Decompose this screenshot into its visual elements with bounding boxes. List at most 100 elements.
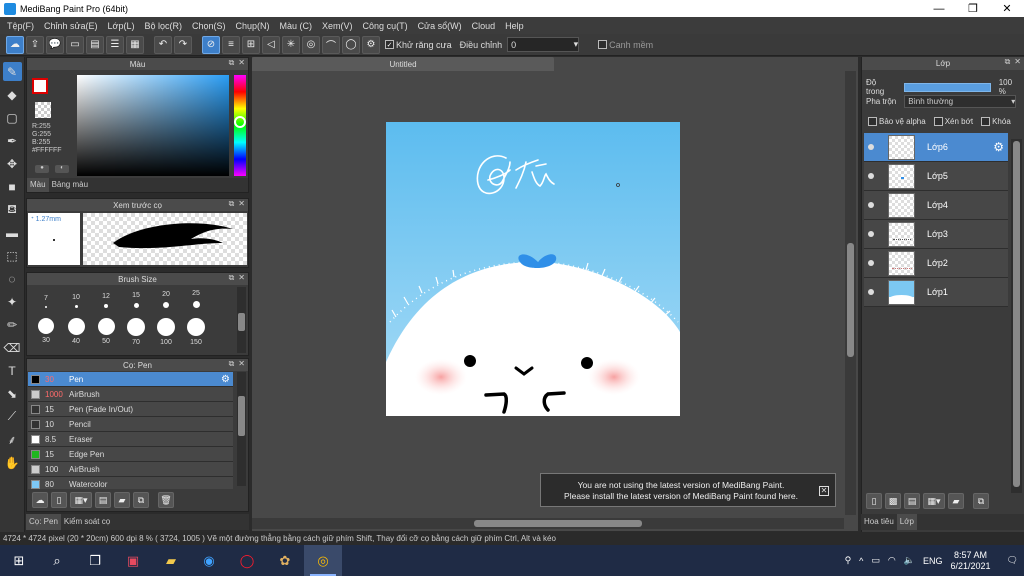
clock[interactable]: 8:57 AM 6/21/2021: [951, 550, 991, 572]
menu-filter[interactable]: Bộ lọc(R): [139, 21, 187, 31]
brush-scrollbar[interactable]: [237, 372, 246, 486]
duplicate-icon[interactable]: ▤: [95, 492, 111, 508]
operation-tool-icon[interactable]: ⬊: [3, 384, 22, 403]
menu-cloud[interactable]: Cloud: [467, 21, 501, 31]
chat-icon[interactable]: ▭: [66, 35, 84, 54]
grid-snap-icon[interactable]: ⊞: [242, 35, 260, 54]
notice-close-icon[interactable]: ✕: [819, 486, 829, 496]
update-notice[interactable]: You are not using the latest version of …: [540, 473, 836, 507]
rectangle-tool-icon[interactable]: ▢: [3, 108, 22, 127]
adjust-input[interactable]: 0 ▾: [507, 37, 580, 52]
eye-icon[interactable]: [864, 202, 878, 208]
network-icon[interactable]: ◠: [888, 555, 896, 566]
redo-icon[interactable]: ↷: [174, 35, 192, 54]
brush-list-item[interactable]: 1000 AirBrush: [28, 387, 233, 402]
protect-alpha-checkbox[interactable]: Bảo vệ alpha: [868, 117, 926, 126]
background-color-swatch[interactable]: [35, 102, 51, 118]
size-scroll-thumb[interactable]: [238, 313, 245, 331]
undo-icon[interactable]: ↶: [154, 35, 172, 54]
menu-window[interactable]: Cửa sổ(W): [413, 21, 467, 31]
curve-snap-icon[interactable]: ⌒: [322, 35, 340, 54]
layer-row[interactable]: Lớp5: [864, 162, 1008, 191]
chrome-browser-icon[interactable]: ◎: [304, 545, 342, 576]
list-icon[interactable]: ☰: [106, 35, 124, 54]
eye-icon[interactable]: [864, 173, 878, 179]
close-icon[interactable]: ✕: [238, 359, 245, 369]
gradient-tool-icon[interactable]: ▬: [3, 223, 22, 242]
transparent-color-icon[interactable]: ◐: [55, 165, 69, 173]
brush-list-item[interactable]: 100 AirBrush: [28, 462, 233, 477]
bucket-tool-icon[interactable]: ⛾: [3, 200, 22, 219]
notice-line-2[interactable]: Please install the latest version of Med…: [541, 491, 821, 502]
vanishing-snap-icon[interactable]: ◁: [262, 35, 280, 54]
menu-snap[interactable]: Chụp(N): [231, 21, 275, 31]
gear-icon[interactable]: ⚙: [221, 374, 230, 385]
divide-tool-icon[interactable]: ⟋: [3, 407, 22, 426]
hand-tool-icon[interactable]: ✋: [3, 453, 22, 472]
duplicate-layer-icon[interactable]: ⧉: [973, 493, 989, 509]
save-icon[interactable]: ▤: [86, 35, 104, 54]
menu-tools[interactable]: Công cụ(T): [358, 21, 413, 31]
eye-icon[interactable]: [864, 231, 878, 237]
layer-row[interactable]: Lớp4: [864, 191, 1008, 220]
layer-row[interactable]: Lớp3: [864, 220, 1008, 249]
drawing-canvas[interactable]: [386, 122, 680, 416]
layer-row[interactable]: Lớp2: [864, 249, 1008, 278]
brush-size-option[interactable]: 25: [181, 287, 211, 308]
canvas-horizontal-scrollbar[interactable]: [252, 518, 844, 529]
tab-layer[interactable]: Lớp: [896, 514, 917, 530]
new-brush-icon[interactable]: ▯: [51, 492, 67, 508]
search-icon[interactable]: ⌕: [38, 545, 76, 576]
popout-icon[interactable]: ⧉: [229, 273, 235, 283]
menu-edit[interactable]: Chỉnh sửa(E): [39, 21, 103, 31]
brush-list-item[interactable]: 30 Pen ⚙: [28, 372, 233, 387]
zalo-app-icon[interactable]: ◉: [190, 545, 228, 576]
brush-size-option[interactable]: 50: [91, 312, 121, 346]
menu-color[interactable]: Màu (C): [275, 21, 318, 31]
popout-icon[interactable]: ⧉: [229, 58, 235, 68]
brush-list-item[interactable]: 8.5 Eraser: [28, 432, 233, 447]
gear-icon[interactable]: ⚙: [993, 140, 1004, 154]
clipping-checkbox[interactable]: Xén bớt: [933, 117, 973, 126]
grid-icon[interactable]: ▦: [126, 35, 144, 54]
menu-help[interactable]: Help: [500, 21, 529, 31]
paint-palette-icon[interactable]: ✿: [266, 545, 304, 576]
close-icon[interactable]: ✕: [238, 199, 245, 209]
parallel-snap-icon[interactable]: ≡: [222, 35, 240, 54]
document-tab[interactable]: Untitled: [252, 57, 554, 71]
photos-app-icon[interactable]: ▣: [114, 545, 152, 576]
select-pen-tool-icon[interactable]: ✏: [3, 315, 22, 334]
brush-tool-icon[interactable]: ✎: [2, 62, 22, 81]
tab-palette[interactable]: Bảng màu: [49, 178, 91, 192]
select-eraser-tool-icon[interactable]: ⌫: [3, 338, 22, 357]
menu-layer[interactable]: Lớp(L): [103, 21, 140, 31]
brush-list-item[interactable]: 15 Pen (Fade In/Out): [28, 402, 233, 417]
opera-browser-icon[interactable]: ◯: [228, 545, 266, 576]
brush-size-option[interactable]: 15: [121, 287, 151, 308]
file-explorer-icon[interactable]: ▰: [152, 545, 190, 576]
blend-mode-select[interactable]: Bình thường ▾: [904, 95, 1017, 108]
new-8bit-layer-icon[interactable]: ▤: [904, 493, 920, 509]
tab-navigator[interactable]: Hoa tiêu: [861, 514, 897, 530]
menu-select[interactable]: Chọn(S): [187, 21, 231, 31]
new-halftone-layer-icon[interactable]: ▩: [885, 493, 901, 509]
upload-icon[interactable]: ⇪: [26, 35, 44, 54]
eye-icon[interactable]: [864, 144, 878, 150]
brush-size-option[interactable]: 150: [181, 312, 211, 346]
pen-tool-icon[interactable]: ✒: [3, 131, 22, 150]
fill-rect-tool-icon[interactable]: ■: [3, 177, 22, 196]
layer-scroll-thumb[interactable]: [1013, 141, 1020, 487]
eye-icon[interactable]: [864, 289, 878, 295]
brush-list-item[interactable]: 10 Pencil: [28, 417, 233, 432]
tab-brush-control[interactable]: Kiểm soát cọ: [61, 514, 113, 530]
opacity-slider[interactable]: [904, 82, 991, 92]
snap-soft-checkbox[interactable]: Canh mềm: [595, 40, 656, 50]
eye-icon[interactable]: [864, 260, 878, 266]
popout-icon[interactable]: ⧉: [229, 359, 235, 369]
cloud-brush-icon[interactable]: ☁: [32, 492, 48, 508]
chevron-up-icon[interactable]: ^: [859, 556, 863, 566]
brush-list-item[interactable]: 15 Edge Pen: [28, 447, 233, 462]
antialias-checkbox[interactable]: ✓ Khử răng cưa: [382, 40, 455, 50]
saturation-value-picker[interactable]: [77, 75, 229, 176]
magic-wand-tool-icon[interactable]: ✦: [3, 292, 22, 311]
